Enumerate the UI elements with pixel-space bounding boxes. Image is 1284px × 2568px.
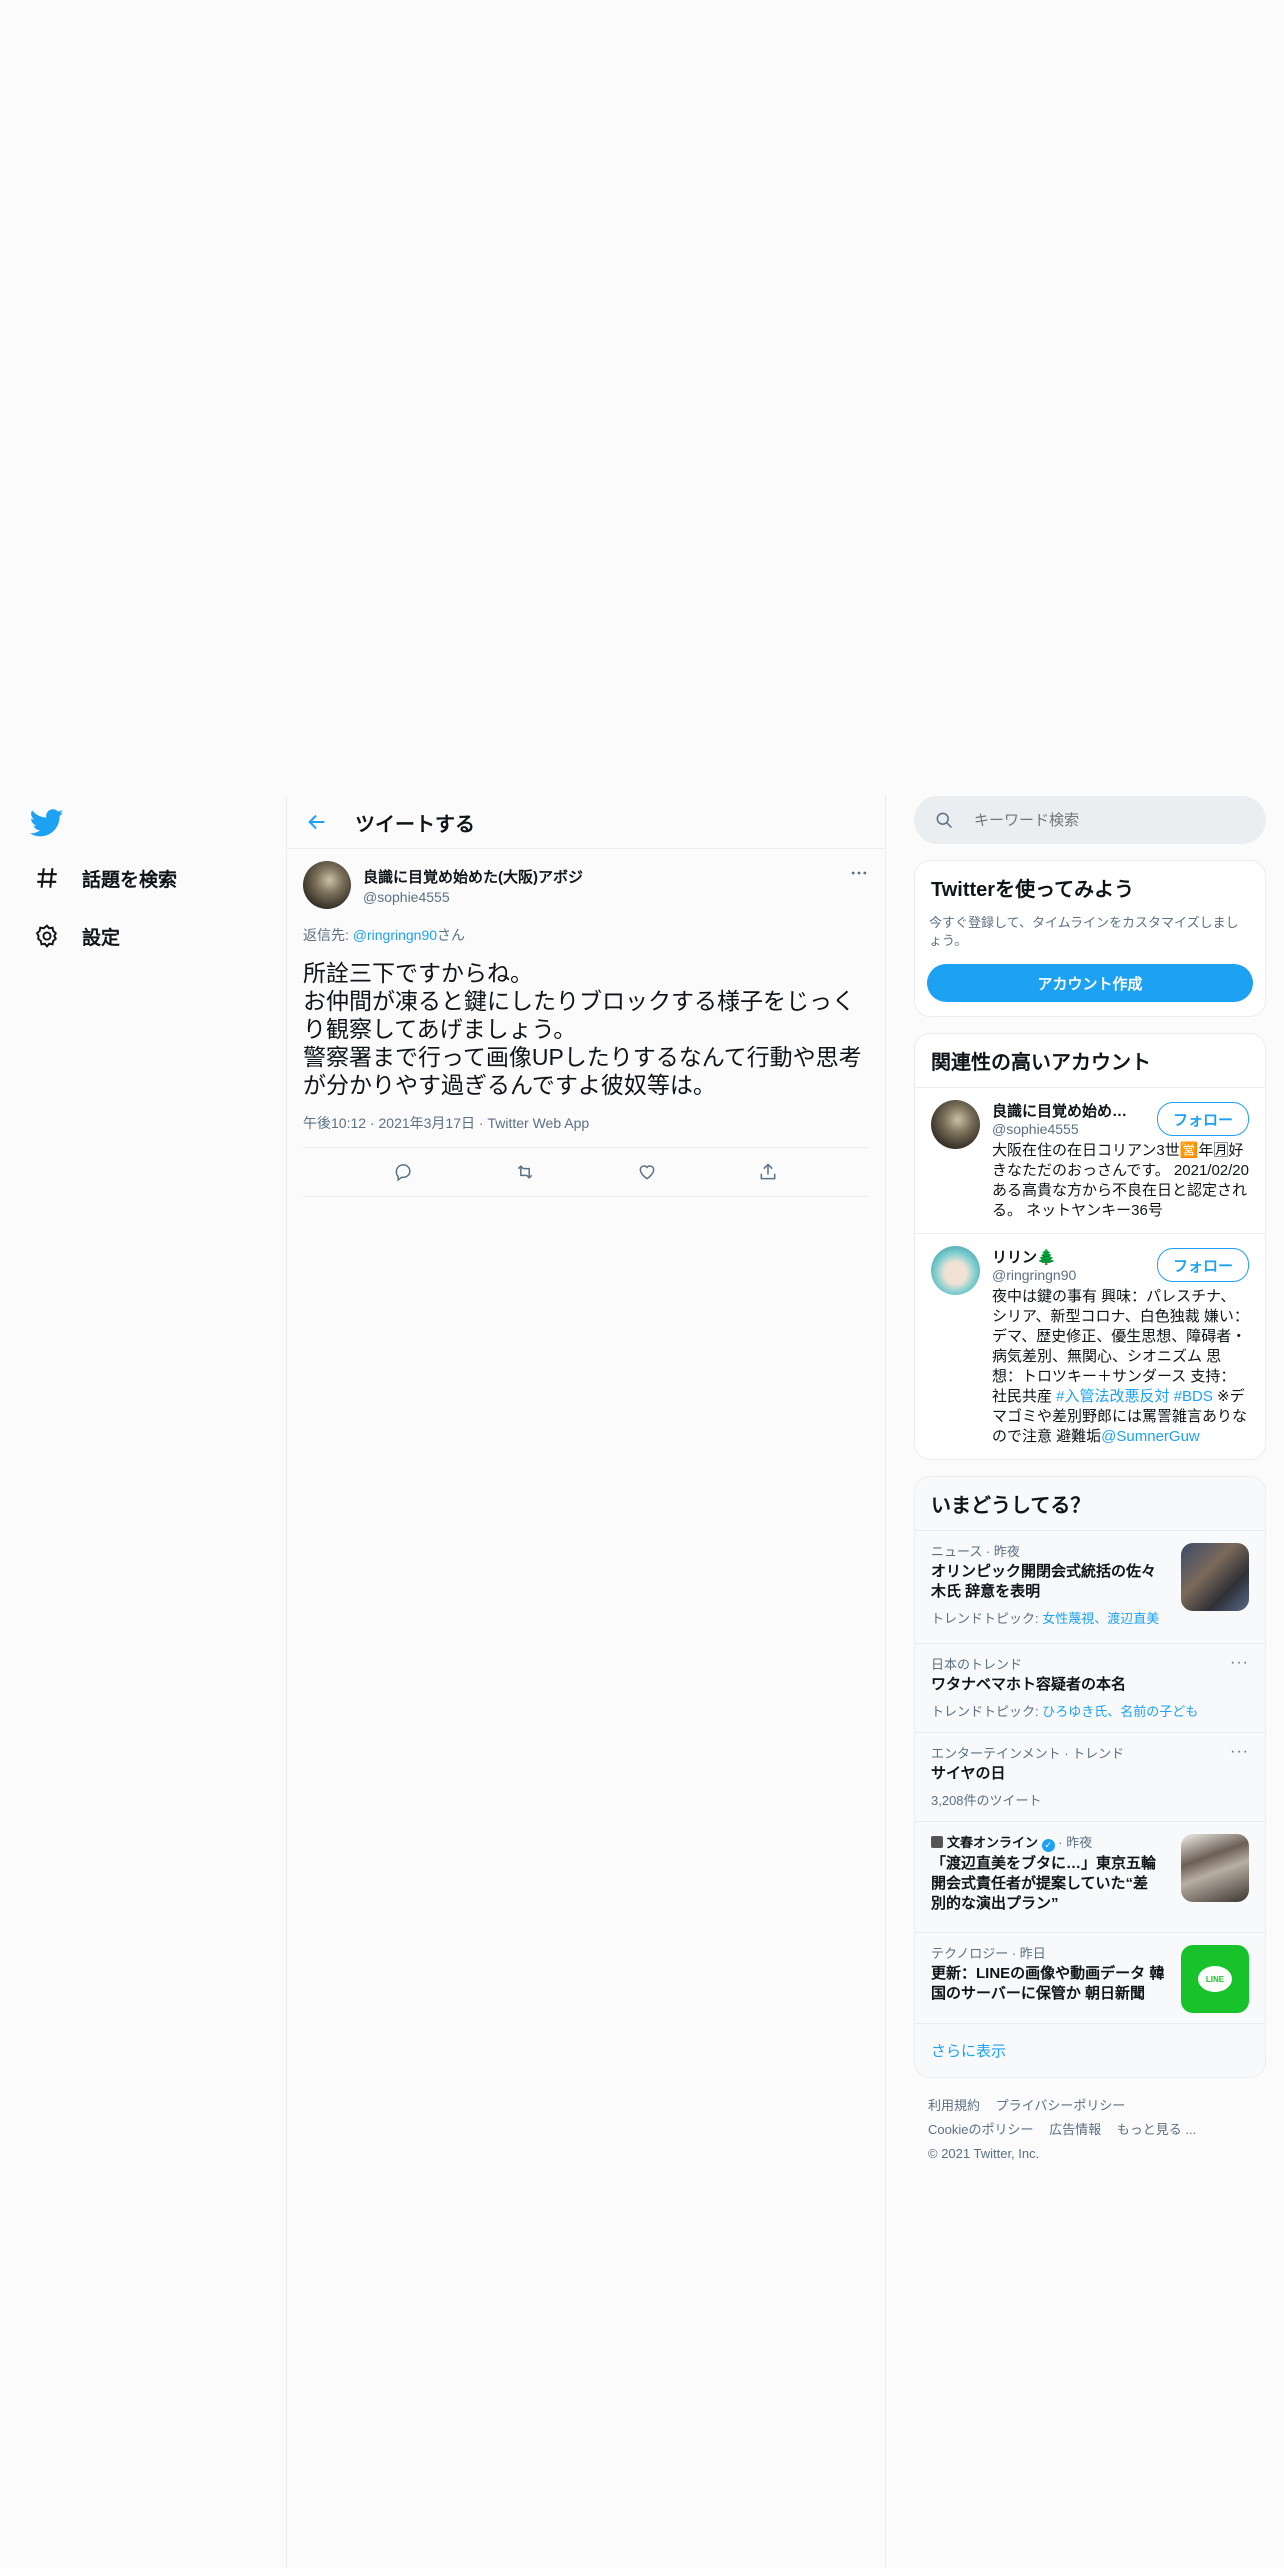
show-more-link[interactable]: さらに表示 [915,2023,1265,2077]
trend-title: オリンピック開閉会式統括の佐々木氏 辞意を表明 [931,1563,1157,1600]
more-options-button[interactable] [849,863,869,888]
trend-title: 「渡辺直美をブタに…」東京五輪開会式責任者が提案していた“差別的な演出プラン” [931,1855,1157,1912]
trend-item[interactable]: ニュース · 昨夜 オリンピック開閉会式統括の佐々木氏 辞意を表明 トレンドトピ… [915,1530,1265,1643]
search-icon [936,812,953,829]
trend-meta: エンターテインメント · トレンド [931,1746,1125,1761]
page-title: ツイートする [355,813,475,836]
trend-item[interactable]: 日本のトレンド ワタナベマホト容疑者の本名 トレンドトピック: ひろゆき氏、名前… [915,1643,1265,1732]
reply-icon [395,1164,411,1182]
nav-settings-label: 設定 [82,927,121,949]
trend-topics-links[interactable]: ひろゆき氏、名前の子ども [1042,1704,1198,1719]
search-input[interactable] [972,810,1236,830]
avatar[interactable] [931,1246,980,1295]
tweet-detail: 良識に目覚め始めた(大阪)アボジ @sophie4555 返信先: @ringr… [287,849,885,1197]
follow-button[interactable]: フォロー [1157,1102,1249,1136]
tweet-page-header: ツイートする [287,796,885,849]
related-account[interactable]: リリン🌲 @ringringn90 夜中は鍵の事有 興味：パレスチナ、シリア、新… [915,1233,1265,1459]
twitter-logo-icon[interactable] [29,806,64,840]
trend-topics: トレンドトピック: ひろゆき氏、名前の子ども [931,1701,1249,1720]
tweet-text: 所詮三下ですからね。 お仲間が凍ると鍵にしたりブロックする様子をじっくり観察して… [303,960,862,1098]
trend-topics-prefix: トレンドトピック: [931,1704,1043,1719]
footer-link-terms[interactable]: 利用規約 [928,2098,980,2113]
retweet-button[interactable] [508,1155,542,1189]
trends-title: いまどうしてる？ [931,1495,1091,1517]
footer-link-cookie[interactable]: Cookieのポリシー [928,2122,1033,2137]
trend-title: ワタナベマホト容疑者の本名 [931,1676,1127,1693]
account-name[interactable]: リリン🌲 [992,1246,1140,1267]
reply-button[interactable] [387,1155,421,1189]
verified-icon: ✓ [1041,1839,1055,1852]
mention-link[interactable]: @SumnerGuw [1101,1428,1200,1445]
publisher-logo-icon [931,1836,943,1848]
avatar[interactable] [931,1100,980,1149]
share-button[interactable] [751,1155,785,1189]
avatar[interactable] [303,861,351,909]
trend-topics-prefix: トレンドトピック: [931,1611,1043,1626]
tweet-date[interactable]: 2021年3月17日 [379,1115,476,1131]
search-box[interactable] [914,796,1266,844]
copyright: © 2021 Twitter, Inc. [928,2146,1040,2161]
related-title: 関連性の高いアカウント [931,1052,1151,1074]
account-bio: 夜中は鍵の事有 興味：パレスチナ、シリア、新型コロナ、白色独裁 嫌い：デマ、歴史… [992,1287,1249,1447]
tweet-time[interactable]: 午後10:12 [303,1115,366,1131]
back-button[interactable] [299,804,335,840]
reply-suffix: さん [437,927,466,943]
main-column: ツイートする 良識に目覚め始めた(大阪)アボジ @sophie4555 返信先:… [286,796,886,2568]
trends-card: いまどうしてる？ ニュース · 昨夜 オリンピック開閉会式統括の佐々木氏 辞意を… [914,1476,1266,2078]
footer-link-ads[interactable]: 広告情報 [1049,2122,1101,2137]
trend-title: 更新：LINEの画像や動画データ 韓国のサーバーに保管か 朝日新聞 [931,1965,1165,2002]
reply-handle-link[interactable]: @ringringn90 [353,927,437,943]
line-logo-icon: LINE [1181,1945,1249,2013]
signup-description: 今すぐ登録して、タイムラインをカスタマイズしましょう。 [929,915,1239,948]
reply-prefix: 返信先: [303,927,353,943]
trend-thumbnail [1181,1834,1249,1902]
hashtag-link[interactable]: #入管法改悪反対 [1056,1388,1169,1405]
trend-item[interactable]: エンターテインメント · トレンド サイヤの日 3,208件のツイート ··· [915,1732,1265,1821]
account-name[interactable]: 良識に目覚め始めた(大阪)アボジ [992,1100,1140,1121]
related-accounts-card: 関連性の高いアカウント 良識に目覚め始めた(大阪)アボジ @sophie4555… [914,1033,1266,1460]
tweet-author-name[interactable]: 良識に目覚め始めた(大阪)アボジ [363,866,583,887]
nav-settings[interactable]: 設定 [32,916,120,956]
follow-button[interactable]: フォロー [1157,1248,1249,1282]
signup-title: Twitterを使ってみよう [931,879,1135,901]
publisher-name: 文春オンライン [947,1835,1039,1850]
signup-card: Twitterを使ってみよう 今すぐ登録して、タイムラインをカスタマイズしましょ… [914,860,1266,1017]
tweet-actions [303,1148,869,1197]
gear-icon [32,921,62,951]
more-icon[interactable]: ··· [1230,1654,1249,1672]
retweet-icon [518,1165,533,1179]
footer-link-more[interactable]: もっと見る ... [1117,2122,1196,2137]
trend-title: サイヤの日 [931,1765,1006,1782]
more-icon [851,871,867,875]
share-icon [760,1163,776,1180]
footer-link-privacy[interactable]: プライバシーポリシー [996,2098,1126,2113]
more-icon[interactable]: ··· [1230,1743,1249,1761]
like-button[interactable] [630,1155,664,1189]
trend-item[interactable]: 文春オンライン ✓ · 昨夜 「渡辺直美をブタに…」東京五輪開会式責任者が提案し… [915,1821,1265,1932]
trend-thumbnail [1181,1543,1249,1611]
trend-meta: 日本のトレンド [931,1657,1023,1672]
trend-count: 3,208件のツイート [931,1793,1042,1808]
nav-explore-label: 話題を検索 [82,869,178,891]
tweet-timestamp: 午後10:12 · 2021年3月17日 · Twitter Web App [303,1113,869,1148]
tweet-source[interactable]: Twitter Web App [487,1115,589,1131]
publish-time: · 昨夜 [1054,1835,1093,1850]
footer: 利用規約 プライバシーポリシー Cookieのポリシー 広告情報 もっと見る .… [914,2078,1266,2182]
hashtag-icon [32,863,62,893]
create-account-button[interactable]: アカウント作成 [927,964,1253,1002]
reply-to-line: 返信先: @ringringn90さん [303,925,869,945]
tweet-author-handle[interactable]: @sophie4555 [363,889,583,905]
related-account[interactable]: 良識に目覚め始めた(大阪)アボジ @sophie4555 大阪在住の在日コリアン… [915,1087,1265,1233]
account-bio: 大阪在住の在日コリアン3世🈺年🈷好きなただのおっさんです。 2021/02/20… [992,1142,1249,1219]
heart-icon [639,1165,655,1180]
trend-topics-links[interactable]: 女性蔑視、渡辺直美 [1042,1611,1159,1626]
right-sidebar: Twitterを使ってみよう 今すぐ登録して、タイムラインをカスタマイズしましょ… [914,796,1266,2182]
trend-item[interactable]: テクノロジー · 昨日 更新：LINEの画像や動画データ 韓国のサーバーに保管か… [915,1932,1265,2023]
back-arrow-icon [308,814,325,830]
hashtag-link[interactable]: #BDS [1174,1388,1213,1405]
nav-explore[interactable]: 話題を検索 [32,858,177,898]
